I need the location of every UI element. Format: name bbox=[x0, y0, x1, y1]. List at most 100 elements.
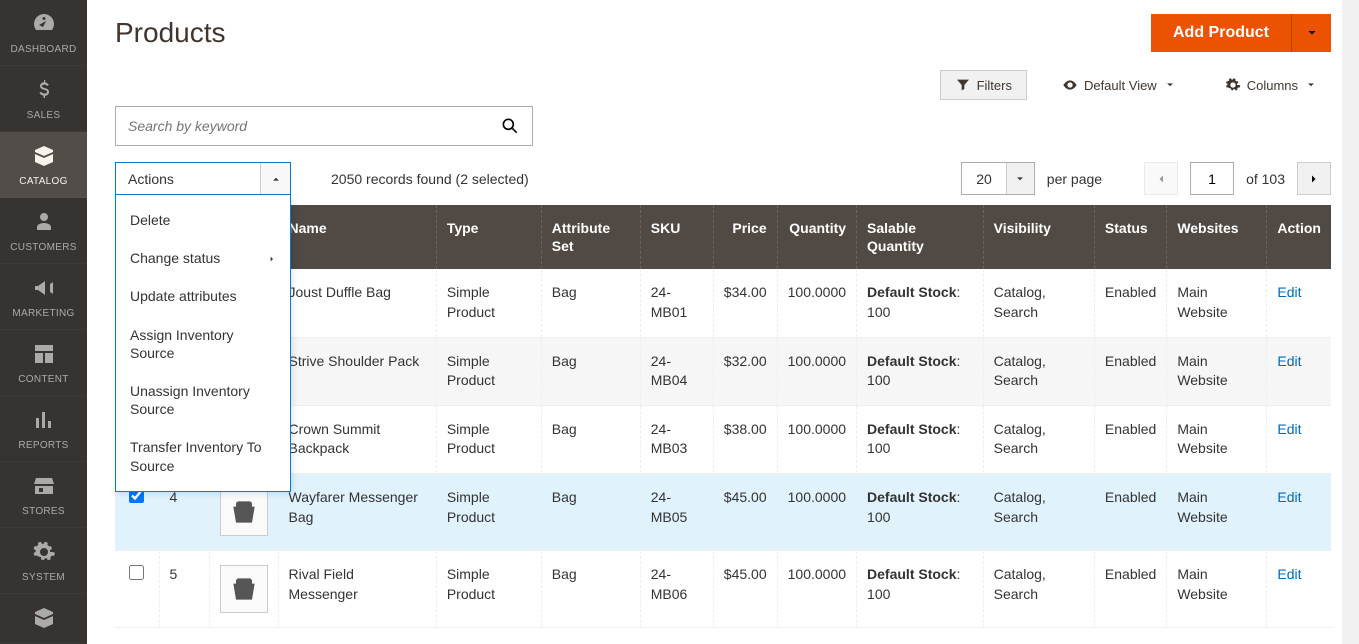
col-salable-quantity[interactable]: Salable Quantity bbox=[857, 205, 984, 269]
page-title: Products bbox=[115, 17, 226, 49]
menu-item-label: Change status bbox=[130, 249, 220, 267]
vertical-scrollbar[interactable] bbox=[1342, 0, 1359, 644]
gear-icon bbox=[32, 540, 56, 567]
per-page-select[interactable]: 20 bbox=[961, 162, 1035, 195]
columns-label: Columns bbox=[1247, 78, 1298, 93]
col-visibility[interactable]: Visibility bbox=[983, 205, 1094, 269]
col-attribute-set[interactable]: Attribute Set bbox=[541, 205, 640, 269]
cell-sku: 24-MB03 bbox=[640, 405, 713, 473]
table-row: Joust Duffle Bag Simple Product Bag 24-M… bbox=[115, 269, 1331, 337]
per-page-toggle[interactable] bbox=[1006, 163, 1034, 194]
sidebar-item-system[interactable]: SYSTEM bbox=[0, 528, 87, 594]
sidebar-item-extra[interactable] bbox=[0, 594, 87, 644]
page-of-label: of 103 bbox=[1246, 171, 1285, 187]
chevron-left-icon bbox=[1155, 173, 1167, 185]
col-name[interactable]: Name bbox=[278, 205, 436, 269]
cell-type: Simple Product bbox=[436, 269, 541, 337]
bag-icon bbox=[228, 496, 260, 528]
cell-salable-quantity: Default Stock: 100 bbox=[857, 550, 984, 627]
dollar-icon bbox=[32, 78, 56, 105]
add-product-button[interactable]: Add Product bbox=[1151, 14, 1291, 52]
sidebar-item-label: REPORTS bbox=[18, 440, 68, 451]
chevron-down-icon bbox=[1306, 80, 1316, 90]
page-input[interactable] bbox=[1190, 162, 1234, 195]
col-type[interactable]: Type bbox=[436, 205, 541, 269]
sidebar-item-dashboard[interactable]: DASHBOARD bbox=[0, 0, 87, 66]
add-product-toggle[interactable] bbox=[1291, 14, 1331, 52]
per-page-value: 20 bbox=[962, 163, 1006, 194]
chevron-down-icon bbox=[1306, 27, 1318, 39]
actions-dropdown[interactable]: Actions bbox=[115, 162, 291, 195]
columns-button[interactable]: Columns bbox=[1210, 70, 1331, 100]
cell-sku: 24-MB05 bbox=[640, 473, 713, 550]
next-page-button[interactable] bbox=[1297, 162, 1331, 195]
sidebar-item-label: CONTENT bbox=[18, 374, 68, 385]
cell-price: $34.00 bbox=[713, 269, 777, 337]
chevron-up-icon bbox=[271, 174, 281, 184]
col-price[interactable]: Price bbox=[713, 205, 777, 269]
cell-visibility: Catalog, Search bbox=[983, 405, 1094, 473]
cell-status: Enabled bbox=[1094, 269, 1166, 337]
product-thumbnail bbox=[220, 488, 268, 536]
cell-type: Simple Product bbox=[436, 550, 541, 627]
bars-icon bbox=[32, 408, 56, 435]
menu-item-label: Transfer Inventory To Source bbox=[130, 438, 276, 474]
cell-salable-quantity: Default Stock: 100 bbox=[857, 337, 984, 405]
sidebar-item-reports[interactable]: REPORTS bbox=[0, 396, 87, 462]
sidebar-item-sales[interactable]: SALES bbox=[0, 66, 87, 132]
edit-link[interactable]: Edit bbox=[1277, 353, 1301, 369]
cell-quantity: 100.0000 bbox=[777, 269, 856, 337]
sidebar-item-customers[interactable]: CUSTOMERS bbox=[0, 198, 87, 264]
sidebar-item-content[interactable]: CONTENT bbox=[0, 330, 87, 396]
cell-type: Simple Product bbox=[436, 337, 541, 405]
records-found: 2050 records found (2 selected) bbox=[331, 171, 529, 187]
cell-price: $32.00 bbox=[713, 337, 777, 405]
search-input[interactable] bbox=[116, 107, 488, 145]
cell-type: Simple Product bbox=[436, 405, 541, 473]
cell-websites: Main Website bbox=[1167, 337, 1267, 405]
cell-websites: Main Website bbox=[1167, 269, 1267, 337]
cell-price: $45.00 bbox=[713, 550, 777, 627]
cell-type: Simple Product bbox=[436, 473, 541, 550]
cell-name: Rival Field Messenger bbox=[278, 550, 436, 627]
sidebar-item-catalog[interactable]: CATALOG bbox=[0, 132, 87, 198]
table-row: Strive Shoulder Pack Simple Product Bag … bbox=[115, 337, 1331, 405]
table-row: 5 Rival Field Messenger Simple Product B… bbox=[115, 550, 1331, 627]
menu-item-label: Delete bbox=[130, 211, 170, 229]
sidebar-item-marketing[interactable]: MARKETING bbox=[0, 264, 87, 330]
edit-link[interactable]: Edit bbox=[1277, 284, 1301, 300]
chevron-right-icon bbox=[268, 249, 276, 267]
sidebar-item-label: SALES bbox=[27, 110, 61, 121]
actions-menu-item[interactable]: Change status bbox=[116, 239, 290, 277]
menu-item-label: Assign Inventory Source bbox=[130, 326, 276, 362]
sidebar-item-label: CATALOG bbox=[19, 176, 67, 187]
filters-button[interactable]: Filters bbox=[940, 70, 1027, 100]
edit-link[interactable]: Edit bbox=[1277, 489, 1301, 505]
cell-price: $38.00 bbox=[713, 405, 777, 473]
col-quantity[interactable]: Quantity bbox=[777, 205, 856, 269]
cell-websites: Main Website bbox=[1167, 550, 1267, 627]
edit-link[interactable]: Edit bbox=[1277, 566, 1301, 582]
default-view-button[interactable]: Default View bbox=[1047, 70, 1190, 100]
row-checkbox[interactable] bbox=[129, 565, 144, 580]
actions-menu-item[interactable]: Update attributes bbox=[116, 277, 290, 315]
col-websites[interactable]: Websites bbox=[1167, 205, 1267, 269]
cell-sku: 24-MB01 bbox=[640, 269, 713, 337]
edit-link[interactable]: Edit bbox=[1277, 421, 1301, 437]
actions-menu-item[interactable]: Assign Inventory Source bbox=[116, 316, 290, 372]
col-sku[interactable]: SKU bbox=[640, 205, 713, 269]
col-status[interactable]: Status bbox=[1094, 205, 1166, 269]
actions-menu-item[interactable]: Transfer Inventory To Source bbox=[116, 428, 290, 484]
actions-menu-item[interactable]: Delete bbox=[116, 201, 290, 239]
prev-page-button[interactable] bbox=[1144, 162, 1178, 195]
sidebar-item-stores[interactable]: STORES bbox=[0, 462, 87, 528]
cell-attribute-set: Bag bbox=[541, 550, 640, 627]
cell-attribute-set: Bag bbox=[541, 337, 640, 405]
cell-quantity: 100.0000 bbox=[777, 550, 856, 627]
cell-sku: 24-MB04 bbox=[640, 337, 713, 405]
main-content: Products Add Product Filters Default Vie… bbox=[87, 0, 1359, 644]
sidebar-item-label: MARKETING bbox=[12, 308, 74, 319]
actions-menu-item[interactable]: Unassign Inventory Source bbox=[116, 372, 290, 428]
actions-toggle[interactable] bbox=[260, 163, 290, 194]
search-button[interactable] bbox=[488, 107, 532, 145]
